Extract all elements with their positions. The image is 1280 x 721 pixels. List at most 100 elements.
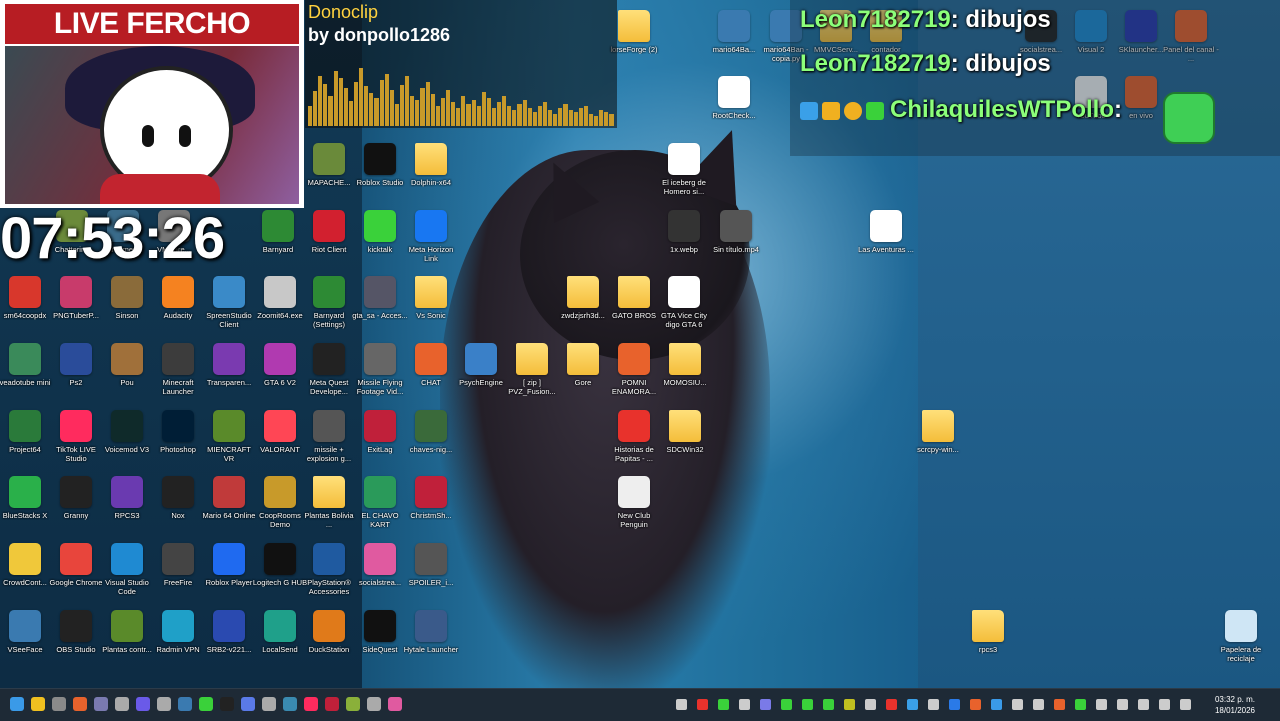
- taskbar-clock[interactable]: 03:32 p. m. 18/01/2026: [1215, 694, 1255, 716]
- tray-icon[interactable]: [1012, 699, 1023, 710]
- desktop-icon[interactable]: Roblox Player: [201, 543, 257, 587]
- taskbar-app-icon[interactable]: [283, 697, 297, 711]
- tray-icon[interactable]: [697, 699, 708, 710]
- tray-icon[interactable]: [970, 699, 981, 710]
- desktop-icon[interactable]: Ps2: [48, 343, 104, 387]
- desktop-icon[interactable]: BlueStacks X: [0, 476, 53, 520]
- desktop-icon[interactable]: zwdzjsrh3d...: [555, 276, 611, 320]
- desktop-icon[interactable]: scrcpy-win...: [910, 410, 966, 454]
- taskbar-app-icon[interactable]: [178, 697, 192, 711]
- desktop-icon[interactable]: CoopRooms Demo: [252, 476, 308, 529]
- tray-icon[interactable]: [1054, 699, 1065, 710]
- desktop-icon[interactable]: Historias de Papitas - ...: [606, 410, 662, 463]
- taskbar-app-icon[interactable]: [220, 697, 234, 711]
- desktop-icon[interactable]: kicktalk: [352, 210, 408, 254]
- desktop-icon[interactable]: Google Chrome: [48, 543, 104, 587]
- desktop-icon[interactable]: MIENCRAFT VR: [201, 410, 257, 463]
- desktop-icon[interactable]: SDCWin32: [657, 410, 713, 454]
- desktop-icon[interactable]: CHAT: [403, 343, 459, 387]
- desktop-icon[interactable]: El iceberg de Homero si...: [656, 143, 712, 196]
- desktop-icon[interactable]: LocalSend: [252, 610, 308, 654]
- desktop-icon[interactable]: mario64Ba...: [706, 10, 762, 54]
- desktop-icon[interactable]: OBS Studio: [48, 610, 104, 654]
- taskbar-app-icon[interactable]: [94, 697, 108, 711]
- desktop-icon[interactable]: SpreenStudio Client: [201, 276, 257, 329]
- tray-icon[interactable]: [1180, 699, 1191, 710]
- desktop-icon[interactable]: PsychEngine: [453, 343, 509, 387]
- desktop-icon[interactable]: Hytale Launcher: [403, 610, 459, 654]
- desktop-icon[interactable]: Pou: [99, 343, 155, 387]
- desktop-icon[interactable]: Sin título.mp4: [708, 210, 764, 254]
- tray-icon[interactable]: [907, 699, 918, 710]
- desktop-icon[interactable]: 1x.webp: [656, 210, 712, 254]
- tray-icon[interactable]: [802, 699, 813, 710]
- taskbar-app-icon[interactable]: [346, 697, 360, 711]
- start-icon[interactable]: [10, 697, 24, 711]
- desktop-icon[interactable]: Plantas contr...: [99, 610, 155, 654]
- taskbar-app-icon[interactable]: [325, 697, 339, 711]
- desktop-icon[interactable]: Radmin VPN: [150, 610, 206, 654]
- desktop-icon[interactable]: Plantas Bolivia ...: [301, 476, 357, 529]
- desktop-icon[interactable]: Logitech G HUB: [252, 543, 308, 587]
- desktop-icon[interactable]: sm64coopdx: [0, 276, 53, 320]
- taskbar-app-icon[interactable]: [199, 697, 213, 711]
- taskbar-app-icon[interactable]: [262, 697, 276, 711]
- desktop-icon[interactable]: GATO BROS: [606, 276, 662, 320]
- desktop-icon[interactable]: FreeFire: [150, 543, 206, 587]
- desktop-icon[interactable]: ChristmSh...: [403, 476, 459, 520]
- taskbar-app-icon[interactable]: [31, 697, 45, 711]
- tray-icon[interactable]: [676, 699, 687, 710]
- desktop-icon[interactable]: Las Aventuras ...: [858, 210, 914, 254]
- desktop-icon[interactable]: VSeeFace: [0, 610, 53, 654]
- desktop-icon[interactable]: Visual Studio Code: [99, 543, 155, 596]
- desktop-icon[interactable]: socialstrea...: [352, 543, 408, 587]
- desktop-icon[interactable]: missile + explosion g...: [301, 410, 357, 463]
- desktop-icon[interactable]: GTA 6 V2: [252, 343, 308, 387]
- desktop-icon[interactable]: Barnyard (Settings): [301, 276, 357, 329]
- desktop-icon[interactable]: Granny: [48, 476, 104, 520]
- tray-icon[interactable]: [823, 699, 834, 710]
- desktop-icon[interactable]: CrowdCont...: [0, 543, 53, 587]
- desktop-icon[interactable]: SideQuest: [352, 610, 408, 654]
- desktop-icon[interactable]: Dolphin-x64: [403, 143, 459, 187]
- tray-icon[interactable]: [949, 699, 960, 710]
- desktop-icon[interactable]: MAPACHE...: [301, 143, 357, 187]
- tray-icon[interactable]: [865, 699, 876, 710]
- tray-icon[interactable]: [1096, 699, 1107, 710]
- desktop-icon[interactable]: chaves-nig...: [403, 410, 459, 454]
- tray-icon[interactable]: [718, 699, 729, 710]
- tray-icon[interactable]: [1159, 699, 1170, 710]
- desktop-icon[interactable]: POMNI ENAMORA...: [606, 343, 662, 396]
- desktop-icon[interactable]: gta_sa - Acces...: [352, 276, 408, 320]
- taskbar-app-icon[interactable]: [157, 697, 171, 711]
- tray-icon[interactable]: [781, 699, 792, 710]
- desktop-icon[interactable]: Transparen...: [201, 343, 257, 387]
- desktop-icon[interactable]: GTA Vice City digo GTA 6: [656, 276, 712, 329]
- tray-icon[interactable]: [844, 699, 855, 710]
- taskbar-app-icon[interactable]: [136, 697, 150, 711]
- desktop-icon[interactable]: Voicemod V3: [99, 410, 155, 454]
- desktop-icon[interactable]: MOMOSIU...: [657, 343, 713, 387]
- tray-icon[interactable]: [739, 699, 750, 710]
- tray-icon[interactable]: [760, 699, 771, 710]
- taskbar-app-icon[interactable]: [304, 697, 318, 711]
- tray-icon[interactable]: [1075, 699, 1086, 710]
- desktop-icon[interactable]: EL CHAVO KART: [352, 476, 408, 529]
- desktop-icon[interactable]: Vs Sonic: [403, 276, 459, 320]
- desktop-icon[interactable]: ExitLag: [352, 410, 408, 454]
- desktop-icon[interactable]: Nox: [150, 476, 206, 520]
- taskbar-app-icon[interactable]: [73, 697, 87, 711]
- desktop-icon[interactable]: rpcs3: [960, 610, 1016, 654]
- desktop-icon[interactable]: Project64: [0, 410, 53, 454]
- desktop-icon[interactable]: Sinson: [99, 276, 155, 320]
- desktop-icon[interactable]: Mario 64 Online: [201, 476, 257, 520]
- taskbar-app-icon[interactable]: [367, 697, 381, 711]
- desktop-icon[interactable]: [ zip ] PVZ_Fusion...: [504, 343, 560, 396]
- desktop-icon[interactable]: SRB2-v221...: [201, 610, 257, 654]
- desktop-icon[interactable]: Minecraft Launcher: [150, 343, 206, 396]
- taskbar-app-icon[interactable]: [52, 697, 66, 711]
- taskbar-app-icon[interactable]: [241, 697, 255, 711]
- tray-icon[interactable]: [1117, 699, 1128, 710]
- desktop-icon[interactable]: VALORANT: [252, 410, 308, 454]
- tray-icon[interactable]: [928, 699, 939, 710]
